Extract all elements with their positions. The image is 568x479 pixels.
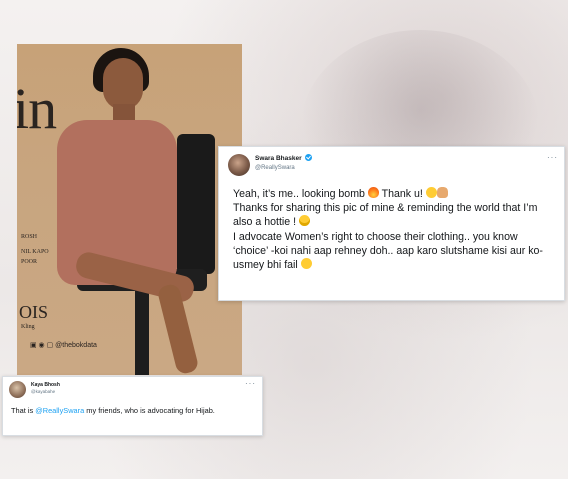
reply-author-avatar[interactable] <box>9 381 26 398</box>
author-handle[interactable]: @ReallySwara <box>255 165 295 171</box>
author-name[interactable]: Swara Bhasker <box>255 154 312 162</box>
reply-body: That is @ReallySwara my friends, who is … <box>11 406 215 415</box>
verified-badge-icon <box>304 154 312 161</box>
main-tweet-card[interactable]: Swara Bhasker @ReallySwara ··· Yeah, it’… <box>218 146 565 301</box>
reply-more-options-icon[interactable]: ··· <box>245 379 256 388</box>
mention-link[interactable]: @ReallySwara <box>35 406 84 415</box>
event-photo: in ROSH NIL KAPO POOR OIS Kling ▣ ◉ ▢ @t… <box>17 44 242 375</box>
photo-backdrop-text-4: OIS <box>19 302 49 322</box>
person-leg-lower <box>156 282 200 375</box>
chair-leg <box>135 284 149 375</box>
tweet-body: Yeah, it’s me.. looking bomb Thank u! Th… <box>233 187 555 272</box>
author-avatar[interactable] <box>228 154 250 176</box>
tweet-line-2: Thanks for sharing this pic of mine & re… <box>233 202 538 229</box>
reply-tweet-card[interactable]: Kaya Bhosh @kayabahe ··· That is @Really… <box>2 376 263 436</box>
hugging-emoji-icon <box>425 187 437 198</box>
photo-backdrop-text: in <box>17 76 57 141</box>
fire-emoji-icon <box>367 187 379 198</box>
grinning-emoji-icon <box>300 258 312 270</box>
praying-hands-emoji-icon <box>436 187 448 198</box>
photo-social-handle: ▣ ◉ ▢ @thebokdata <box>30 342 97 349</box>
photo-backdrop-text-1: ROSH <box>21 234 38 240</box>
photo-backdrop-text-3: POOR <box>21 259 38 265</box>
chair-back <box>177 134 215 274</box>
reply-author-handle[interactable]: @kayabahe <box>31 389 55 394</box>
photo-backdrop-text-2: NIL KAPO <box>21 249 49 255</box>
tweet-line-3: I advocate Women’s right to choose their… <box>233 230 543 272</box>
photo-backdrop-text-5: Kling <box>21 324 35 330</box>
tweet-line-1: Yeah, it’s me.. looking bomb Thank u! <box>233 187 555 201</box>
more-options-icon[interactable]: ··· <box>547 153 558 162</box>
reply-author-name[interactable]: Kaya Bhosh <box>31 382 60 388</box>
person-face <box>103 58 143 110</box>
nerd-emoji-icon <box>298 215 310 227</box>
